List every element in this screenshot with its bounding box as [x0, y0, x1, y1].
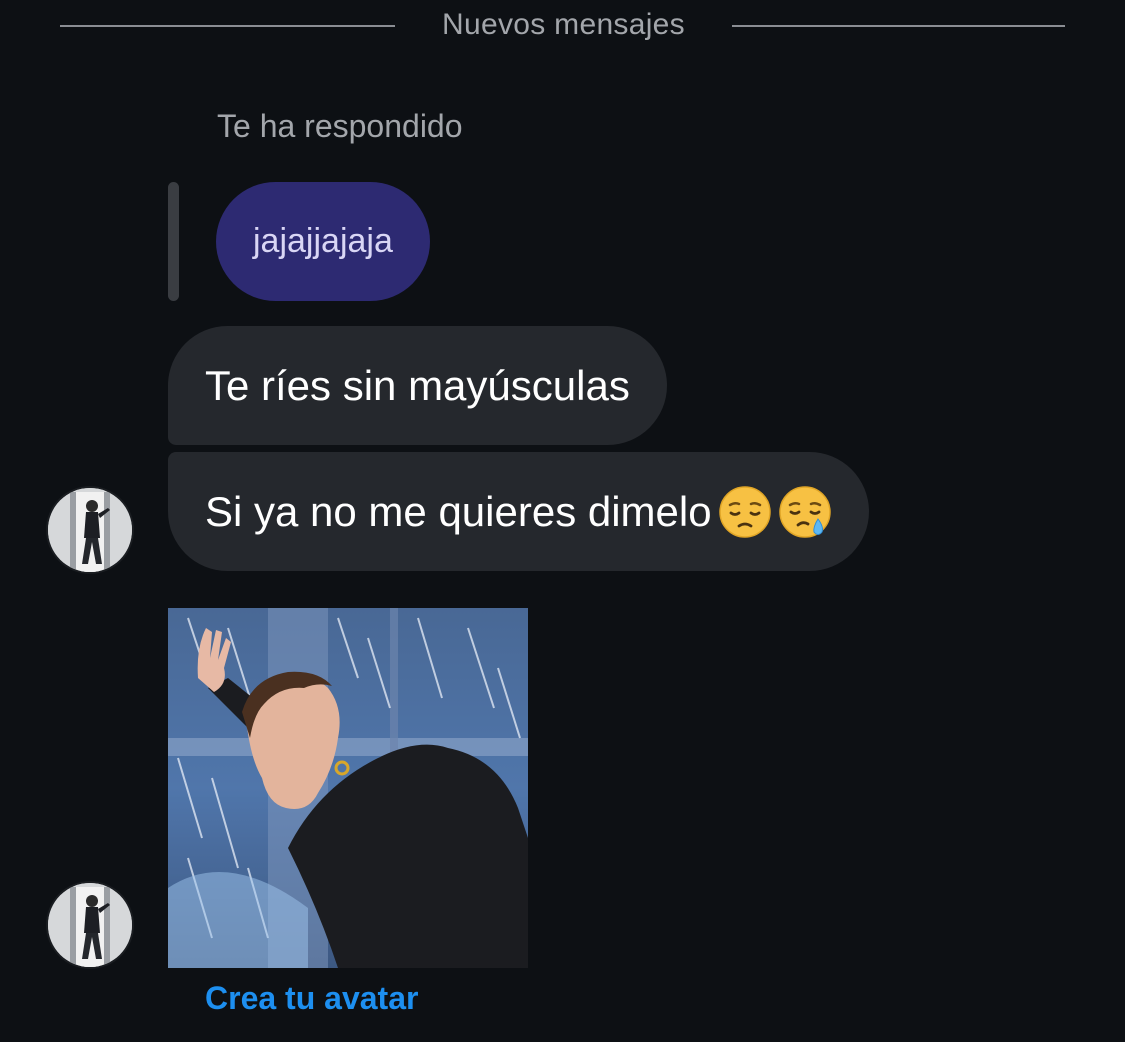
- pensive-face-emoji-icon: [718, 485, 771, 538]
- quoted-message-text: jajajjajaja: [253, 222, 393, 260]
- reply-caption: Te ha respondido: [217, 108, 463, 144]
- avatar-photo-icon: [48, 883, 132, 967]
- avatar-photo-icon: [48, 488, 132, 572]
- sender-avatar[interactable]: [48, 883, 132, 967]
- create-avatar-link[interactable]: Crea tu avatar: [205, 980, 418, 1017]
- message-bubble[interactable]: Si ya no me quieres dimelo: [168, 452, 869, 571]
- chat-thread: Nuevos mensajes Te ha respondido jajajja…: [0, 0, 1125, 1042]
- avatar-sticker-image-icon: [168, 608, 528, 968]
- new-messages-divider-label: Nuevos mensajes: [442, 8, 685, 41]
- avatar-sticker[interactable]: [168, 608, 528, 968]
- new-messages-divider-line-left: [60, 25, 395, 27]
- sender-avatar[interactable]: [48, 488, 132, 572]
- message-text: Si ya no me quieres dimelo: [205, 487, 712, 535]
- quoted-message-bubble[interactable]: jajajjajaja: [216, 182, 430, 301]
- new-messages-divider-line-right: [732, 25, 1065, 27]
- sleepy-face-emoji-icon: [778, 485, 831, 538]
- message-bubble[interactable]: Te ríes sin mayúsculas: [168, 326, 667, 445]
- reply-indicator-bar: [168, 182, 179, 301]
- message-text: Te ríes sin mayúsculas: [205, 361, 630, 409]
